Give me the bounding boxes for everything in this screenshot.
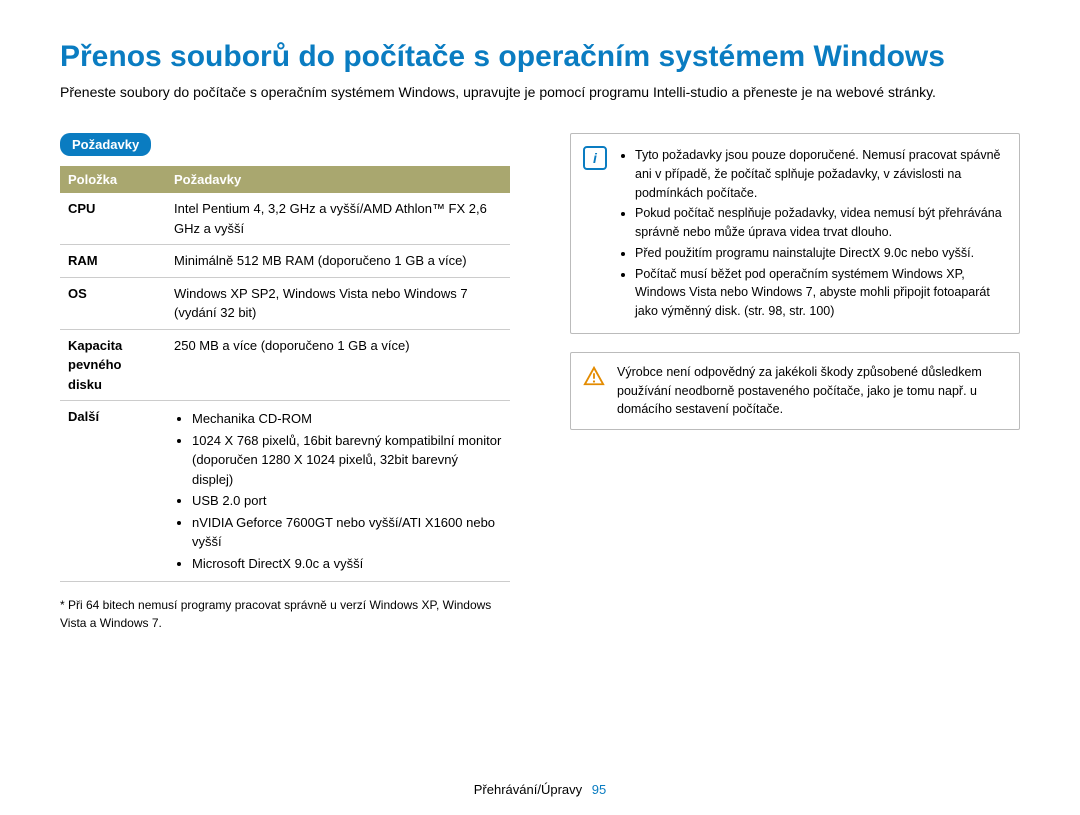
left-column: Požadavky Položka Požadavky CPU Intel Pe… <box>60 133 510 632</box>
warning-note-box: Výrobce není odpovědný za jakékoli škody… <box>570 352 1020 430</box>
row-value: Mechanika CD-ROM 1024 X 768 pixelů, 16bi… <box>166 401 510 582</box>
note-icon: i <box>583 146 607 170</box>
footnote: * Při 64 bitech nemusí programy pracovat… <box>60 596 510 632</box>
table-row: OS Windows XP SP2, Windows Vista nebo Wi… <box>60 277 510 329</box>
row-value: Intel Pentium 4, 3,2 GHz a vyšší/AMD Ath… <box>166 193 510 245</box>
footer-section: Přehrávání/Úpravy <box>474 782 582 797</box>
note-item: Tyto požadavky jsou pouze doporučené. Ne… <box>635 146 1007 202</box>
list-item: nVIDIA Geforce 7600GT nebo vyšší/ATI X16… <box>192 513 502 552</box>
note-item: Pokud počítač nesplňuje požadavky, videa… <box>635 204 1007 242</box>
list-item: Mechanika CD-ROM <box>192 409 502 429</box>
warning-icon <box>583 363 605 419</box>
table-row: Kapacita pevného disku 250 MB a více (do… <box>60 329 510 401</box>
intro-paragraph: Přeneste soubory do počítače s operačním… <box>60 82 1020 103</box>
row-value: Minimálně 512 MB RAM (doporučeno 1 GB a … <box>166 245 510 278</box>
page-footer: Přehrávání/Úpravy 95 <box>0 782 1080 797</box>
th-item: Položka <box>60 166 166 193</box>
note-item: Před použitím programu nainstalujte Dire… <box>635 244 1007 263</box>
requirements-table: Položka Požadavky CPU Intel Pentium 4, 3… <box>60 166 510 582</box>
row-value: Windows XP SP2, Windows Vista nebo Windo… <box>166 277 510 329</box>
list-item: Microsoft DirectX 9.0c a vyšší <box>192 554 502 574</box>
table-row: RAM Minimálně 512 MB RAM (doporučeno 1 G… <box>60 245 510 278</box>
table-row: Další Mechanika CD-ROM 1024 X 768 pixelů… <box>60 401 510 582</box>
row-value: 250 MB a více (doporučeno 1 GB a více) <box>166 329 510 401</box>
row-label: OS <box>60 277 166 329</box>
page-title: Přenos souborů do počítače s operačním s… <box>60 40 1020 74</box>
list-item: USB 2.0 port <box>192 491 502 511</box>
warning-text: Výrobce není odpovědný za jakékoli škody… <box>617 363 1007 419</box>
footer-page-number: 95 <box>592 782 606 797</box>
right-column: i Tyto požadavky jsou pouze doporučené. … <box>570 133 1020 632</box>
table-row: CPU Intel Pentium 4, 3,2 GHz a vyšší/AMD… <box>60 193 510 245</box>
row-label: CPU <box>60 193 166 245</box>
note-item: Počítač musí běžet pod operačním systéme… <box>635 265 1007 321</box>
info-note-box: i Tyto požadavky jsou pouze doporučené. … <box>570 133 1020 334</box>
row-label: Kapacita pevného disku <box>60 329 166 401</box>
list-item: 1024 X 768 pixelů, 16bit barevný kompati… <box>192 431 502 490</box>
th-req: Požadavky <box>166 166 510 193</box>
row-label: RAM <box>60 245 166 278</box>
requirements-tag: Požadavky <box>60 133 151 156</box>
row-label: Další <box>60 401 166 582</box>
